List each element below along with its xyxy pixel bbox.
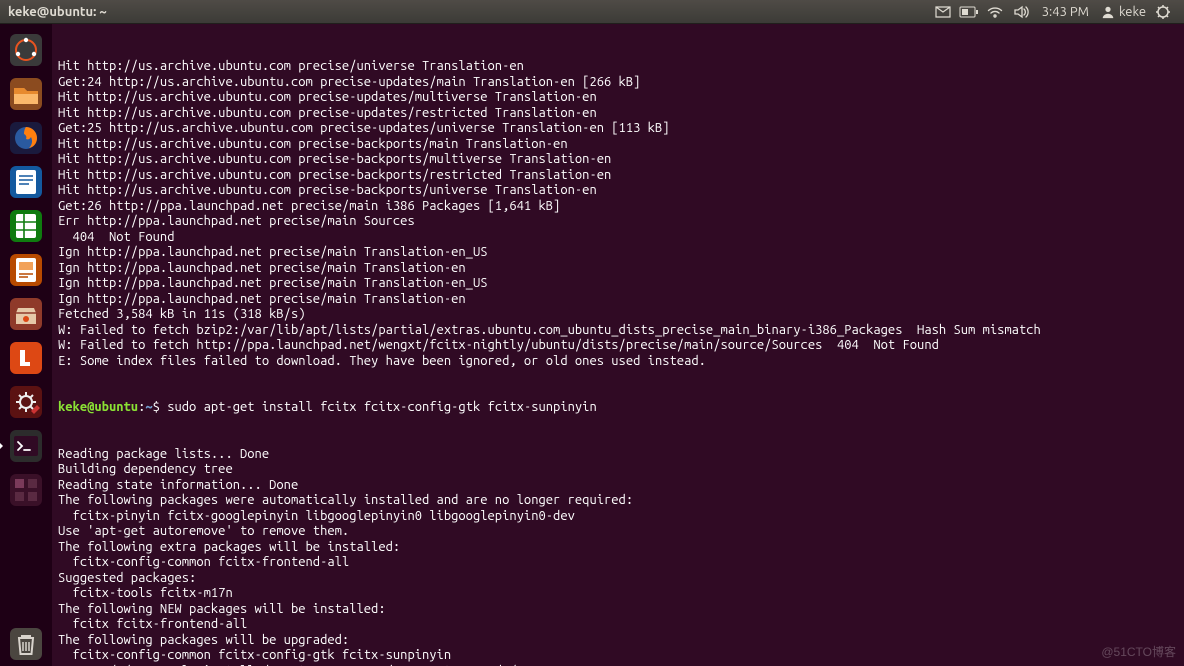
ubuntu-one-icon[interactable] bbox=[4, 336, 48, 380]
mail-indicator[interactable] bbox=[930, 0, 956, 24]
terminal-line: Hit http://us.archive.ubuntu.com precise… bbox=[58, 90, 1178, 106]
system-menu[interactable] bbox=[1150, 0, 1176, 24]
calc-icon[interactable] bbox=[4, 204, 48, 248]
network-indicator[interactable] bbox=[982, 0, 1008, 24]
terminal-line: Ign http://ppa.launchpad.net precise/mai… bbox=[58, 276, 1178, 292]
terminal-line: Hit http://us.archive.ubuntu.com precise… bbox=[58, 183, 1178, 199]
terminal-line: W: Failed to fetch http://ppa.launchpad.… bbox=[58, 338, 1178, 354]
trash-icon[interactable] bbox=[4, 622, 48, 666]
terminal-line: Err http://ppa.launchpad.net precise/mai… bbox=[58, 214, 1178, 230]
terminal-line: fcitx-pinyin fcitx-googlepinyin libgoogl… bbox=[58, 509, 1178, 525]
terminal-line: W: Failed to fetch bzip2:/var/lib/apt/li… bbox=[58, 323, 1178, 339]
terminal-line: Hit http://us.archive.ubuntu.com precise… bbox=[58, 137, 1178, 153]
terminal-line: Hit http://us.archive.ubuntu.com precise… bbox=[58, 106, 1178, 122]
clock[interactable]: 3:43 PM bbox=[1042, 5, 1089, 19]
firefox-icon[interactable] bbox=[4, 116, 48, 160]
top-panel: keke@ubuntu: ~ 3:43 PM keke bbox=[0, 0, 1184, 24]
terminal-line: Ign http://ppa.launchpad.net precise/mai… bbox=[58, 292, 1178, 308]
terminal-line: Get:26 http://ppa.launchpad.net precise/… bbox=[58, 199, 1178, 215]
terminal-line: Fetched 3,584 kB in 11s (318 kB/s) bbox=[58, 307, 1178, 323]
battery-indicator[interactable] bbox=[956, 0, 982, 24]
watermark: @51CTO博客 bbox=[1101, 643, 1176, 660]
terminal-line: E: Some index files failed to download. … bbox=[58, 354, 1178, 370]
writer-icon[interactable] bbox=[4, 160, 48, 204]
user-menu-label: keke bbox=[1119, 5, 1146, 19]
prompt-user: keke@ubuntu bbox=[58, 400, 138, 414]
terminal-line: The following NEW packages will be insta… bbox=[58, 602, 1178, 618]
terminal-line: Hit http://us.archive.ubuntu.com precise… bbox=[58, 168, 1178, 184]
software-center-icon[interactable] bbox=[4, 292, 48, 336]
settings-icon[interactable] bbox=[4, 380, 48, 424]
terminal-line: The following packages will be upgraded: bbox=[58, 633, 1178, 649]
terminal-line: Ign http://ppa.launchpad.net precise/mai… bbox=[58, 261, 1178, 277]
terminal-line: The following extra packages will be ins… bbox=[58, 540, 1178, 556]
terminal-command: sudo apt-get install fcitx fcitx-config-… bbox=[167, 400, 597, 414]
user-menu[interactable]: keke bbox=[1101, 5, 1146, 19]
terminal-output[interactable]: Hit http://us.archive.ubuntu.com precise… bbox=[52, 24, 1184, 666]
terminal-line: Building dependency tree bbox=[58, 462, 1178, 478]
window-title: keke@ubuntu: ~ bbox=[8, 5, 107, 19]
terminal-icon[interactable] bbox=[4, 424, 48, 468]
dash-icon[interactable] bbox=[4, 28, 48, 72]
terminal-line: Ign http://ppa.launchpad.net precise/mai… bbox=[58, 245, 1178, 261]
unity-launcher bbox=[0, 24, 52, 666]
terminal-line: fcitx fcitx-frontend-all bbox=[58, 617, 1178, 633]
workspace-icon[interactable] bbox=[4, 468, 48, 512]
terminal-line: fcitx-config-common fcitx-frontend-all bbox=[58, 555, 1178, 571]
nautilus-icon[interactable] bbox=[4, 72, 48, 116]
impress-icon[interactable] bbox=[4, 248, 48, 292]
terminal-line: Reading state information... Done bbox=[58, 478, 1178, 494]
prompt-dollar: $ bbox=[153, 400, 168, 414]
terminal-line: Suggested packages: bbox=[58, 571, 1178, 587]
terminal-line: Reading package lists... Done bbox=[58, 447, 1178, 463]
terminal-prompt-line: keke@ubuntu:~$ sudo apt-get install fcit… bbox=[58, 400, 1178, 416]
terminal-line: Hit http://us.archive.ubuntu.com precise… bbox=[58, 152, 1178, 168]
terminal-line: Get:24 http://us.archive.ubuntu.com prec… bbox=[58, 75, 1178, 91]
terminal-line: fcitx-config-common fcitx-config-gtk fci… bbox=[58, 648, 1178, 664]
terminal-line: Use 'apt-get autoremove' to remove them. bbox=[58, 524, 1178, 540]
prompt-path: ~ bbox=[145, 400, 152, 414]
terminal-line: Hit http://us.archive.ubuntu.com precise… bbox=[58, 59, 1178, 75]
terminal-line: Get:25 http://us.archive.ubuntu.com prec… bbox=[58, 121, 1178, 137]
sound-indicator[interactable] bbox=[1008, 0, 1034, 24]
terminal-line: fcitx-tools fcitx-m17n bbox=[58, 586, 1178, 602]
terminal-line: 404 Not Found bbox=[58, 230, 1178, 246]
terminal-line: The following packages were automaticall… bbox=[58, 493, 1178, 509]
